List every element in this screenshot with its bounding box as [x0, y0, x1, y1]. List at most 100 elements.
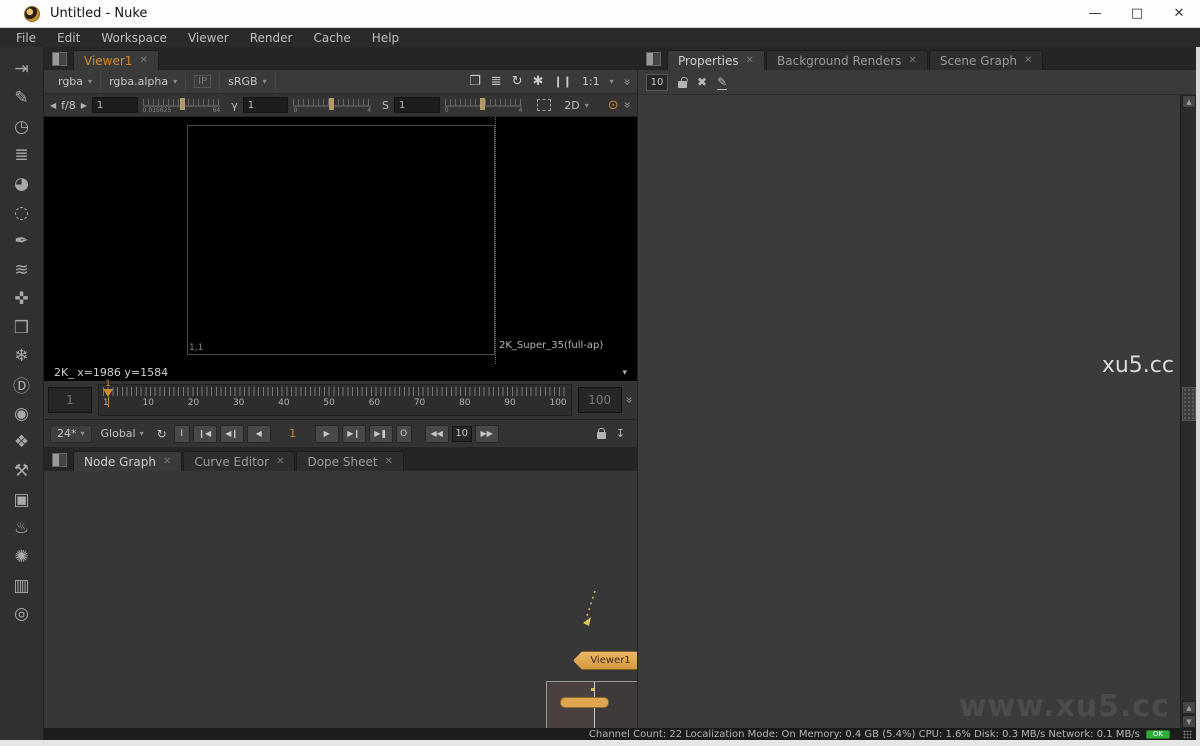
aperture-prev-icon[interactable]: ◀: [50, 101, 56, 110]
zoom-level-dropdown[interactable]: 1:1: [582, 75, 600, 88]
pause-icon[interactable]: ❙❙: [554, 75, 572, 88]
tab-close-icon[interactable]: ✕: [139, 55, 147, 66]
close-all-panels-icon[interactable]: ✖: [697, 75, 707, 89]
saturation-slider[interactable]: 0 4: [444, 96, 523, 114]
collapse-chevrons-icon[interactable]: »: [620, 101, 634, 108]
toolbar-image-icon[interactable]: ⇥: [7, 55, 37, 84]
menu-cache[interactable]: Cache: [313, 31, 350, 45]
toolbar-merge-icon[interactable]: ≋: [7, 256, 37, 285]
toolbar-plugin-flame-icon[interactable]: ♨: [7, 514, 37, 543]
display-mode-icon[interactable]: ❐: [469, 74, 481, 89]
channels-dropdown[interactable]: rgba ▾: [50, 72, 102, 91]
tab-close-icon[interactable]: ✕: [1024, 55, 1032, 66]
chevron-down-icon[interactable]: ▾: [622, 368, 627, 378]
toolbar-particles-icon[interactable]: ❄: [7, 342, 37, 371]
tab-close-icon[interactable]: ✕: [385, 456, 393, 467]
toolbar-channel-icon[interactable]: ≣: [7, 141, 37, 170]
toolbar-time-icon[interactable]: ◷: [7, 112, 37, 141]
skip-back-button[interactable]: ◀◀: [424, 424, 449, 443]
range-start-field[interactable]: 1: [48, 387, 92, 413]
unlock-icon[interactable]: [678, 80, 687, 88]
toolbar-toolsets-icon[interactable]: ⚒: [7, 457, 37, 486]
scroll-up-icon[interactable]: ▲: [1182, 95, 1196, 108]
flipbook-icon[interactable]: ↧: [616, 427, 625, 440]
menu-help[interactable]: Help: [372, 31, 399, 45]
play-forward-button[interactable]: ▶: [314, 424, 339, 443]
lock-range-icon[interactable]: [596, 428, 606, 439]
stack-mode-icon[interactable]: ≣: [491, 74, 502, 89]
toolbar-3d-icon[interactable]: ❒: [7, 313, 37, 342]
play-backward-button[interactable]: ◀: [246, 424, 271, 443]
menu-edit[interactable]: Edit: [57, 31, 80, 45]
maximize-button[interactable]: □: [1116, 0, 1158, 28]
scroll-down-icon[interactable]: ▼: [1182, 715, 1196, 728]
tab-node-graph[interactable]: Node Graph ✕: [73, 451, 183, 471]
frame-increment-field[interactable]: 10: [451, 425, 472, 442]
vertical-scrollbar[interactable]: ▲ ▲ ▼: [1180, 95, 1196, 728]
gain-slider[interactable]: 0.015625 64: [142, 96, 221, 114]
tab-dope-sheet[interactable]: Dope Sheet ✕: [296, 451, 404, 471]
menu-viewer[interactable]: Viewer: [188, 31, 229, 45]
tab-close-icon[interactable]: ✕: [746, 55, 754, 66]
layer-dropdown[interactable]: rgba.alpha ▾: [101, 72, 187, 91]
node-graph-canvas[interactable]: Viewer1: [44, 471, 637, 728]
scroll-up-icon[interactable]: ▲: [1182, 701, 1196, 714]
range-mode-dropdown[interactable]: Global ▾: [95, 425, 150, 443]
tab-curve-editor[interactable]: Curve Editor ✕: [183, 451, 296, 471]
toolbar-color-icon[interactable]: ◕: [7, 170, 37, 199]
gain-field[interactable]: 1: [91, 97, 138, 113]
toolbar-other-icon[interactable]: ▣: [7, 485, 37, 514]
viewer-image-area[interactable]: 1,1 2K_Super_35(full-ap): [44, 117, 637, 364]
in-point-button[interactable]: I: [173, 424, 190, 443]
collapse-chevrons-icon[interactable]: »: [622, 396, 636, 403]
toolbar-filter-icon[interactable]: ◌: [7, 198, 37, 227]
scrollbar-grip[interactable]: [1182, 387, 1196, 421]
panel-chooser-icon[interactable]: [646, 52, 661, 66]
roi-icon[interactable]: ✱: [533, 74, 544, 89]
toolbar-metadata-icon[interactable]: ❖: [7, 428, 37, 457]
gamma-slider[interactable]: 0 4: [293, 96, 372, 114]
tab-scene-graph[interactable]: Scene Graph ✕: [928, 50, 1044, 70]
tab-close-icon[interactable]: ✕: [276, 456, 284, 467]
close-button[interactable]: ✕: [1158, 0, 1200, 28]
toolbar-draw-icon[interactable]: ✎: [7, 84, 37, 113]
refresh-icon[interactable]: ↻: [512, 74, 523, 89]
resize-grip[interactable]: [1183, 730, 1192, 739]
toolbar-plugin-sparkle-icon[interactable]: ✺: [7, 543, 37, 572]
saturation-field[interactable]: 1: [394, 97, 440, 113]
playhead[interactable]: 1: [101, 379, 115, 407]
back-frame-button[interactable]: ◀❙: [219, 424, 244, 443]
collapse-chevrons-icon[interactable]: »: [620, 78, 634, 85]
range-end-field[interactable]: 100: [577, 387, 622, 413]
out-point-button[interactable]: O: [395, 424, 412, 443]
input-process-toggle[interactable]: IP: [194, 75, 212, 88]
panel-chooser-icon[interactable]: [52, 453, 67, 467]
tab-close-icon[interactable]: ✕: [908, 55, 916, 66]
goto-end-button[interactable]: ▶❚: [368, 424, 393, 443]
menu-file[interactable]: File: [16, 31, 36, 45]
minimize-button[interactable]: —: [1074, 0, 1116, 28]
tab-background-renders[interactable]: Background Renders ✕: [766, 50, 928, 70]
skip-forward-button[interactable]: ▶▶: [474, 424, 499, 443]
gamma-field[interactable]: 1: [242, 97, 289, 113]
fps-dropdown[interactable]: 24* ▾: [50, 424, 92, 443]
input-process-icon[interactable]: ⊙: [608, 98, 619, 113]
panel-chooser-icon[interactable]: [52, 52, 67, 66]
toolbar-deep-icon[interactable]: Ⓓ: [7, 371, 37, 400]
next-frame-button[interactable]: ▶❙: [341, 424, 366, 443]
tab-viewer1[interactable]: Viewer1 ✕: [73, 50, 159, 70]
loop-mode-icon[interactable]: ↻: [157, 427, 167, 441]
toolbar-views-icon[interactable]: ◉: [7, 399, 37, 428]
edit-pencil-icon[interactable]: ✎: [717, 75, 728, 90]
current-frame-field[interactable]: 1: [274, 427, 312, 440]
toolbar-transform-icon[interactable]: ✜: [7, 285, 37, 314]
view-mode-dropdown[interactable]: 2D ▾: [556, 96, 596, 114]
menu-render[interactable]: Render: [250, 31, 293, 45]
viewer1-node[interactable]: Viewer1: [573, 651, 637, 670]
toolbar-plugin-cylinder-icon[interactable]: ▥: [7, 571, 37, 600]
toolbar-keyer-icon[interactable]: ✒: [7, 227, 37, 256]
toolbar-plugin-target-icon[interactable]: ◎: [7, 600, 37, 629]
lut-dropdown[interactable]: sRGB ▾: [219, 72, 276, 91]
tab-properties[interactable]: Properties ✕: [667, 50, 766, 70]
menu-workspace[interactable]: Workspace: [101, 31, 167, 45]
